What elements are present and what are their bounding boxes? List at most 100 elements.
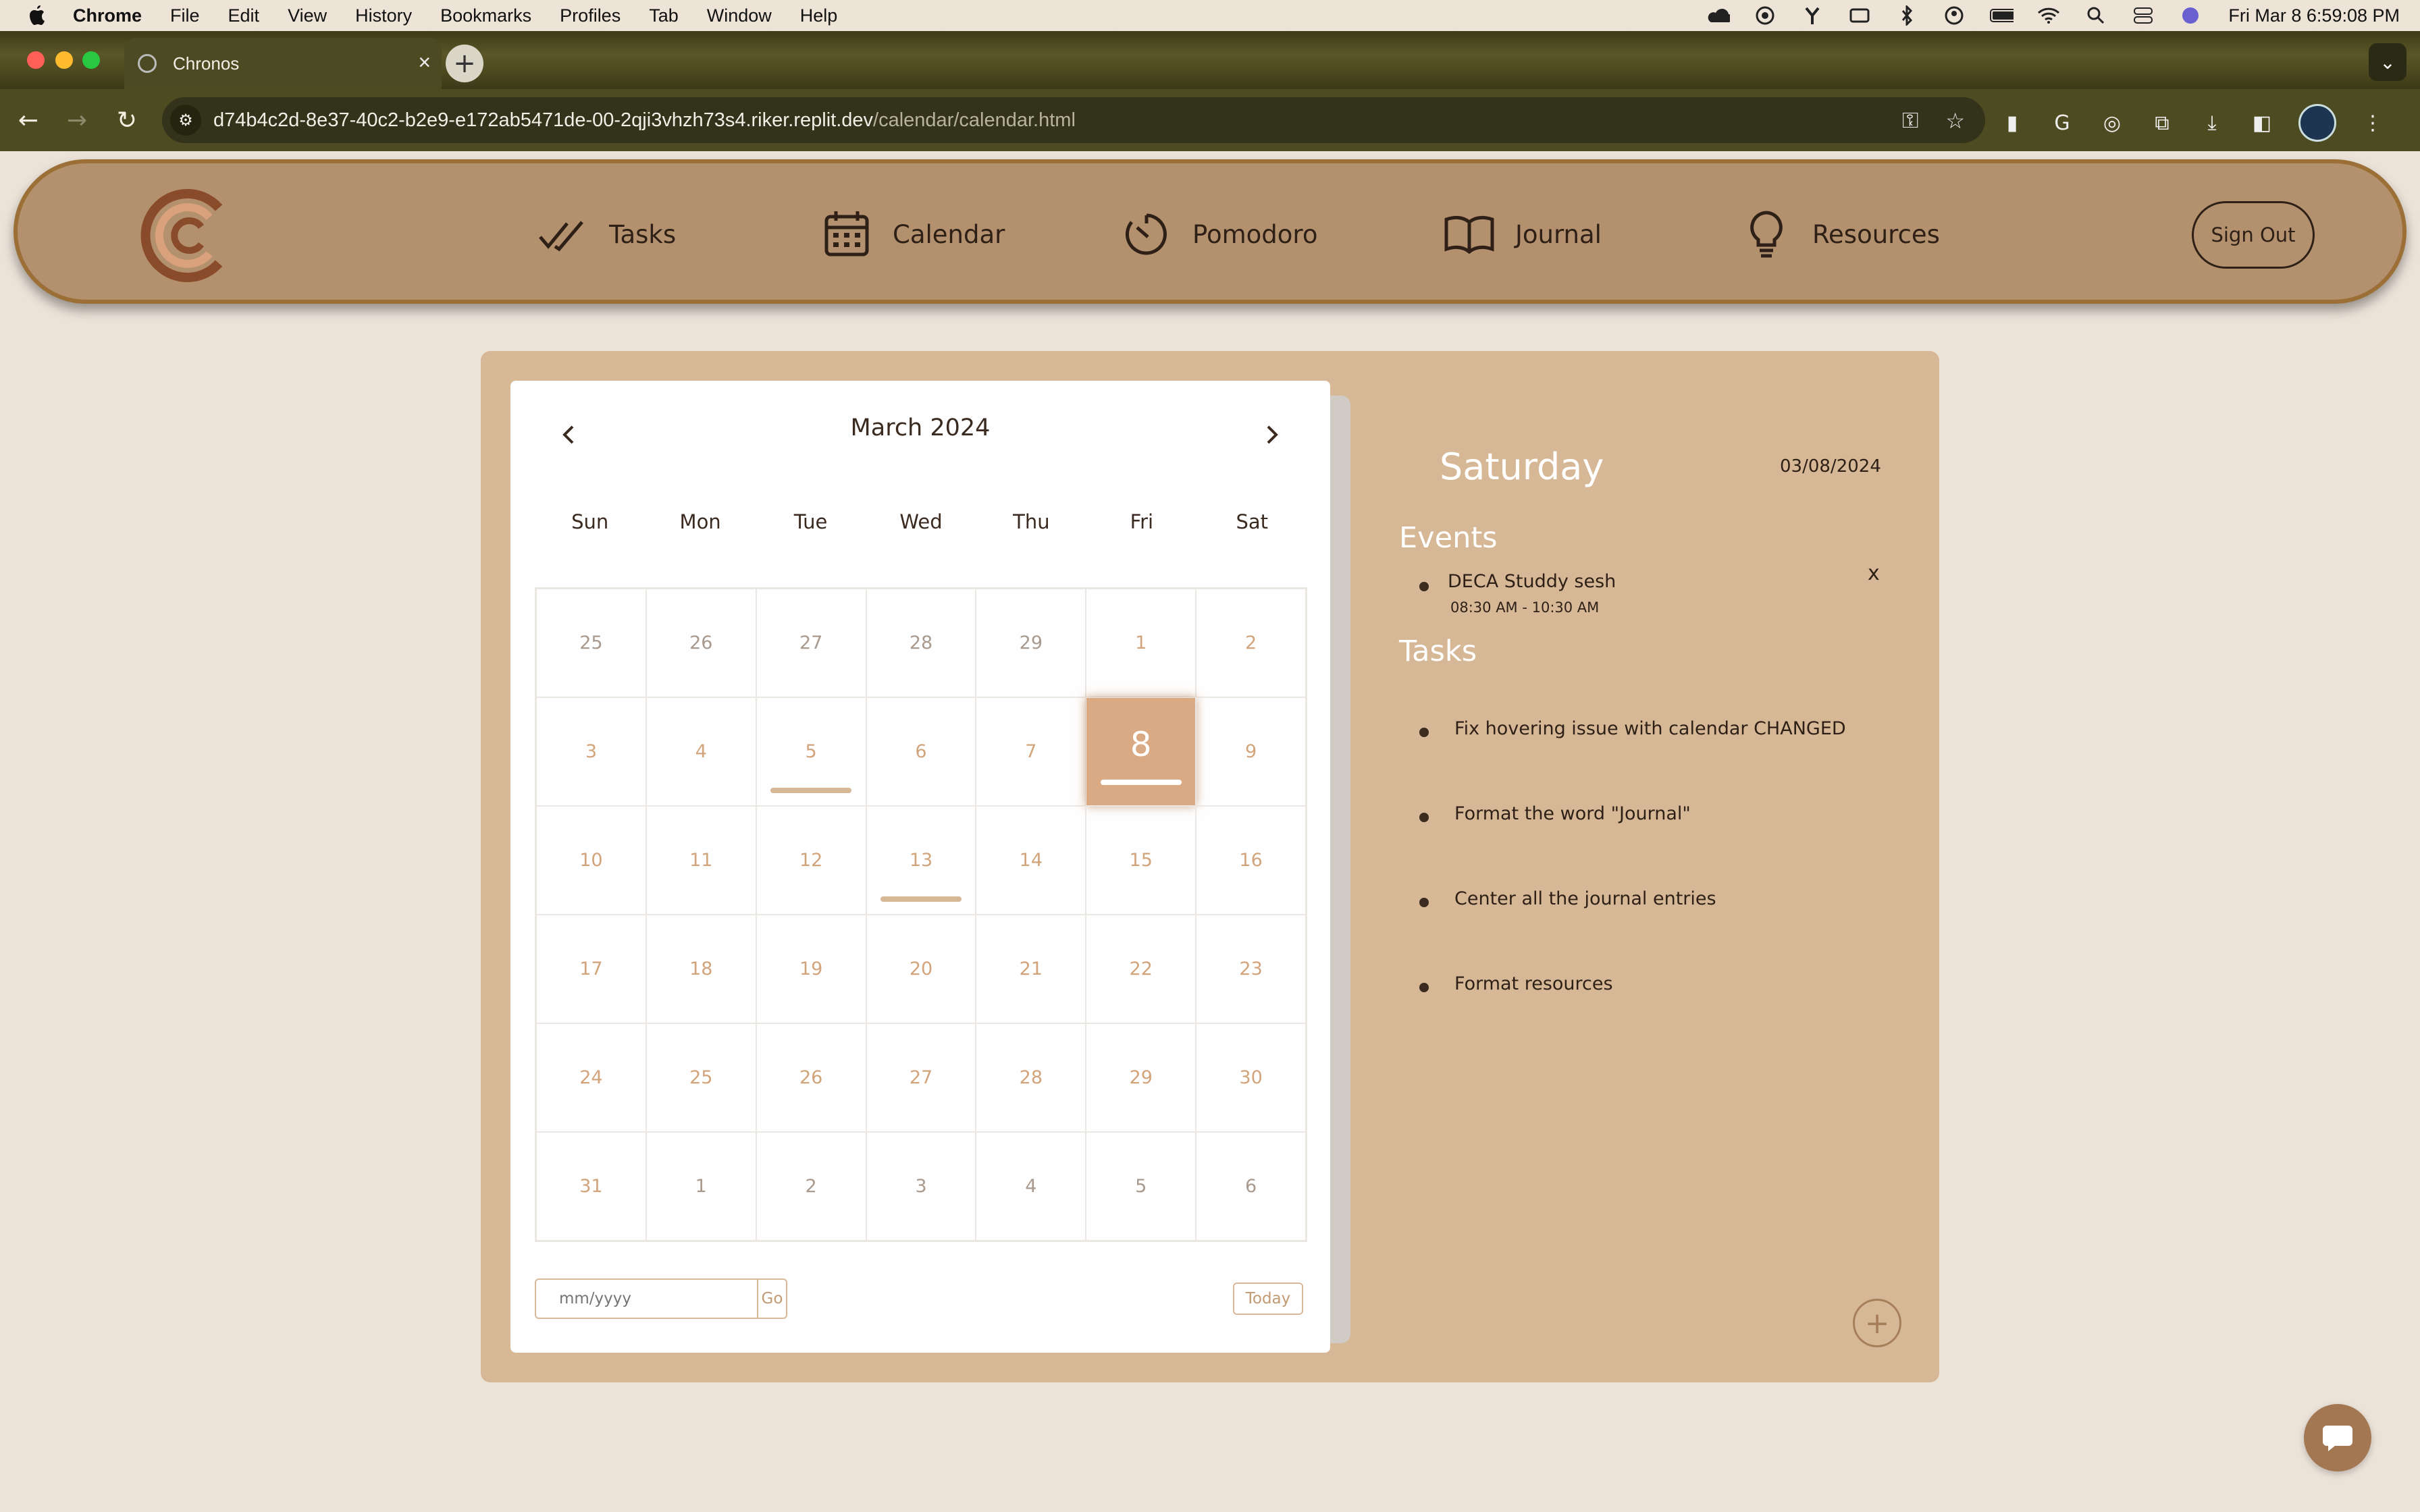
back-arrow-icon[interactable]: ← xyxy=(11,103,46,138)
calendar-day[interactable]: 10 xyxy=(536,806,646,915)
menu-window[interactable]: Window xyxy=(707,5,772,26)
calendar-day[interactable]: 28 xyxy=(976,1023,1086,1132)
menu-help[interactable]: Help xyxy=(800,5,838,26)
calendar-day[interactable]: 29 xyxy=(976,589,1086,697)
menu-file[interactable]: File xyxy=(170,5,200,26)
calendar-day[interactable]: 28 xyxy=(866,589,976,697)
calendar-day[interactable]: 1 xyxy=(646,1132,756,1241)
calendar-day[interactable]: 2 xyxy=(1196,589,1306,697)
calendar-day[interactable]: 27 xyxy=(756,589,866,697)
calendar-day[interactable]: 22 xyxy=(1086,915,1196,1023)
forward-arrow-icon[interactable]: → xyxy=(59,103,95,138)
menu-view[interactable]: View xyxy=(288,5,327,26)
battery-icon[interactable] xyxy=(1989,6,2014,25)
calendar-day[interactable]: 1 xyxy=(1086,589,1196,697)
extensions-puzzle-icon[interactable]: ⧉ xyxy=(2149,109,2176,136)
calendar-day[interactable]: 16 xyxy=(1196,806,1306,915)
calendar-day[interactable]: 11 xyxy=(646,806,756,915)
calendar-day[interactable]: 26 xyxy=(646,589,756,697)
chronos-logo[interactable] xyxy=(139,185,240,286)
calendar-day[interactable]: 23 xyxy=(1196,915,1306,1023)
bookmark-star-icon[interactable]: ☆ xyxy=(1945,108,1965,134)
more-menu-icon[interactable]: ⋮ xyxy=(2359,109,2386,136)
minimize-window-button[interactable] xyxy=(55,51,73,69)
airdrop-icon[interactable] xyxy=(1753,6,1777,25)
calendar-day[interactable]: 14 xyxy=(976,806,1086,915)
calendar-day[interactable]: 26 xyxy=(756,1023,866,1132)
profile-avatar[interactable] xyxy=(2298,104,2336,142)
fan-icon[interactable] xyxy=(1800,6,1824,25)
nav-pomodoro[interactable]: Pomodoro xyxy=(1120,204,1317,265)
calendar-day[interactable]: 7 xyxy=(976,697,1086,806)
calendar-day[interactable]: 12 xyxy=(756,806,866,915)
bluetooth-icon[interactable] xyxy=(1895,5,1919,26)
extension-circle-icon[interactable]: ◎ xyxy=(2099,109,2126,136)
calendar-day[interactable]: 27 xyxy=(866,1023,976,1132)
calendar-day[interactable]: 5 xyxy=(756,697,866,806)
extension-jar-icon[interactable]: ▮ xyxy=(1999,109,2026,136)
calendar-day[interactable]: 3 xyxy=(536,697,646,806)
close-tab-icon[interactable]: × xyxy=(418,50,431,75)
reload-icon[interactable]: ↻ xyxy=(109,103,144,138)
menu-bookmarks[interactable]: Bookmarks xyxy=(440,5,531,26)
display-icon[interactable] xyxy=(1847,6,1872,25)
calendar-day[interactable]: 3 xyxy=(866,1132,976,1241)
user-circle-icon[interactable] xyxy=(1942,6,1966,25)
calendar-day[interactable]: 6 xyxy=(1196,1132,1306,1241)
calendar-day[interactable]: 13 xyxy=(866,806,976,915)
next-month-chevron-icon[interactable] xyxy=(1252,414,1292,455)
calendar-day[interactable]: 4 xyxy=(646,697,756,806)
new-tab-button[interactable]: + xyxy=(446,45,483,82)
add-item-button[interactable]: + xyxy=(1853,1299,1901,1347)
calendar-day[interactable]: 15 xyxy=(1086,806,1196,915)
calendar-day[interactable]: 31 xyxy=(536,1132,646,1241)
key-icon[interactable]: ⚿ xyxy=(1902,108,1918,134)
calendar-day-selected[interactable]: 8 xyxy=(1086,697,1196,806)
calendar-day[interactable]: 5 xyxy=(1086,1132,1196,1241)
close-window-button[interactable] xyxy=(27,51,45,69)
calendar-day[interactable]: 4 xyxy=(976,1132,1086,1241)
menu-edit[interactable]: Edit xyxy=(228,5,260,26)
apple-icon[interactable] xyxy=(26,3,50,28)
nav-tasks[interactable]: Tasks xyxy=(536,204,676,265)
sign-out-button[interactable]: Sign Out xyxy=(2192,201,2315,269)
nav-calendar[interactable]: Calendar xyxy=(820,204,1005,265)
go-button[interactable]: Go xyxy=(757,1280,786,1318)
menu-chrome[interactable]: Chrome xyxy=(73,5,142,26)
today-button[interactable]: Today xyxy=(1233,1282,1303,1315)
calendar-day[interactable]: 6 xyxy=(866,697,976,806)
menu-profiles[interactable]: Profiles xyxy=(560,5,621,26)
menubar-clock[interactable]: Fri Mar 8 6:59:08 PM xyxy=(2228,5,2400,26)
calendar-day[interactable]: 18 xyxy=(646,915,756,1023)
zoom-window-button[interactable] xyxy=(82,51,100,69)
calendar-day[interactable]: 29 xyxy=(1086,1023,1196,1132)
calendar-day[interactable]: 19 xyxy=(756,915,866,1023)
search-icon[interactable] xyxy=(2084,6,2108,25)
address-bar[interactable]: ⚙ d74b4c2d-8e37-40c2-b2e9-e172ab5471de-0… xyxy=(162,97,1985,143)
browser-tab[interactable]: Chronos × xyxy=(124,38,442,89)
calendar-day[interactable]: 24 xyxy=(536,1023,646,1132)
month-year-input[interactable] xyxy=(536,1280,757,1318)
grammarly-icon[interactable]: G xyxy=(2049,109,2076,136)
control-center-icon[interactable] xyxy=(2131,6,2155,25)
calendar-day[interactable]: 25 xyxy=(646,1023,756,1132)
calendar-day[interactable]: 21 xyxy=(976,915,1086,1023)
side-panel-icon[interactable]: ◧ xyxy=(2248,109,2276,136)
menu-history[interactable]: History xyxy=(355,5,412,26)
siri-icon[interactable] xyxy=(2178,6,2203,25)
nav-journal[interactable]: Journal xyxy=(1442,204,1602,265)
tab-search-button[interactable]: ⌄ xyxy=(2369,43,2406,81)
delete-event-button[interactable]: x xyxy=(1868,562,1880,585)
calendar-day[interactable]: 17 xyxy=(536,915,646,1023)
site-settings-icon[interactable]: ⚙ xyxy=(170,105,201,136)
calendar-day[interactable]: 25 xyxy=(536,589,646,697)
download-icon[interactable]: ⤓ xyxy=(2199,109,2226,136)
calendar-day[interactable]: 30 xyxy=(1196,1023,1306,1132)
nav-resources[interactable]: Resources xyxy=(1739,204,1940,265)
cloud-icon[interactable] xyxy=(1706,6,1731,25)
menu-tab[interactable]: Tab xyxy=(649,5,679,26)
chat-bubble-button[interactable] xyxy=(2304,1404,2371,1472)
calendar-day[interactable]: 20 xyxy=(866,915,976,1023)
wifi-icon[interactable] xyxy=(2036,6,2061,25)
calendar-day[interactable]: 2 xyxy=(756,1132,866,1241)
